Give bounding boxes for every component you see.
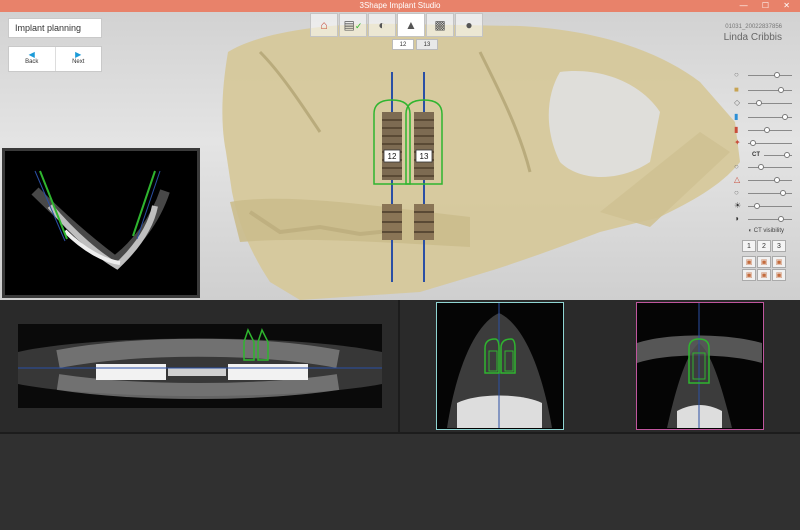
visibility-slider-nerve[interactable]: ✦ [734, 138, 792, 148]
back-label: Back [25, 59, 39, 65]
implant-slider-icon: ▮ [734, 125, 739, 134]
ct-visibility-label: CT visibility [753, 228, 784, 234]
visibility-slider-skin[interactable]: ○ [734, 70, 792, 80]
visibility-slider-scan[interactable]: ▮ [734, 112, 792, 122]
implant-13-label: 13 [420, 152, 429, 161]
crown-slider-icon: △ [734, 175, 741, 184]
cross-section-b-image[interactable] [636, 302, 764, 430]
brightness-icon: ☀ [734, 201, 742, 210]
view-button-3[interactable]: 3 [772, 240, 786, 252]
empty-workspace [0, 434, 800, 530]
visibility-slider-implant[interactable]: ▮ [734, 125, 792, 135]
sleeve-icon: ○ [734, 162, 739, 171]
implant-13[interactable]: 13 [394, 72, 454, 282]
contrast-slider[interactable]: ◑ [734, 214, 792, 224]
ct-label: CT [752, 152, 760, 158]
axial-slice-image [5, 151, 197, 295]
cross-section-a-svg [437, 303, 562, 428]
brightness-slider[interactable]: ☀ [734, 201, 792, 211]
patient-name: Linda Cribbis [723, 32, 782, 43]
view-orientation-cubes: ▣ ▣ ▣ ▣ ▣ ▣ [742, 256, 786, 281]
skin-icon: ○ [734, 70, 739, 79]
next-button[interactable]: ▶ Next [56, 47, 102, 71]
step-toolbar: ⌂ ▤✓ ◐ ▲ ▩ ● [310, 13, 484, 37]
cube-front-icon[interactable]: ▣ [742, 256, 756, 268]
next-label: Next [72, 59, 85, 65]
cross-section-view-a[interactable] [400, 300, 600, 432]
bone-icon: ◇ [734, 98, 741, 107]
cube-right-icon[interactable]: ▣ [742, 269, 756, 281]
view-button-2[interactable]: 2 [757, 240, 771, 252]
arrow-right-icon: ▶ [75, 50, 82, 59]
panoramic-view-panel[interactable] [0, 300, 398, 432]
home-icon[interactable]: ⌂ [310, 13, 338, 37]
view-layout-buttons: 1 2 3 [741, 240, 786, 252]
tab-implant-13[interactable]: 13 [416, 39, 438, 50]
title-bar: 3Shape Implant Studio — ☐ ✕ [0, 0, 800, 12]
cube-bottom-icon[interactable]: ▣ [772, 269, 786, 281]
cross-section-view-b[interactable] [600, 300, 800, 432]
guide-icon[interactable]: ▩ [426, 13, 454, 37]
ct-visibility-toggle[interactable]: ◐ CT visibility [748, 228, 784, 234]
panoramic-view[interactable] [18, 324, 382, 408]
visibility-slider-sleeve[interactable]: ○ [734, 162, 792, 172]
scan-import-icon[interactable]: ▤✓ [339, 13, 367, 37]
back-button[interactable]: ◀ Back [9, 47, 56, 71]
visibility-slider-bone[interactable]: ◇ [734, 98, 792, 108]
cross-section-b-svg [637, 303, 762, 428]
cube-back-icon[interactable]: ▣ [757, 256, 771, 268]
scan-icon: ▮ [734, 112, 739, 121]
implant-icon[interactable]: ▲ [397, 13, 425, 37]
visibility-slider-guide[interactable]: ○ [734, 188, 792, 198]
visibility-slider-crown[interactable]: △ [734, 175, 792, 185]
panoramic-image [18, 324, 382, 408]
crown-icon[interactable]: ◐ [368, 13, 396, 37]
cube-left-icon[interactable]: ▣ [772, 256, 786, 268]
workflow-navigation: ◀ Back ▶ Next [8, 46, 102, 72]
nerve-icon: ✦ [734, 138, 741, 147]
sphere-icon[interactable]: ● [455, 13, 483, 37]
implant-tabs: 12 13 [392, 39, 440, 50]
arrow-left-icon: ◀ [28, 50, 35, 59]
workflow-step-label: Implant planning [8, 18, 102, 38]
view-button-1[interactable]: 1 [742, 240, 756, 252]
window-controls[interactable]: — ☐ ✕ [740, 0, 796, 12]
app-title: 3Shape Implant Studio [359, 1, 441, 10]
visibility-slider-teeth[interactable]: ■ [734, 85, 792, 95]
cube-top-icon[interactable]: ▣ [757, 269, 771, 281]
patient-id: 01031_20022837856 [725, 24, 782, 30]
tab-implant-12[interactable]: 12 [392, 39, 414, 50]
cross-section-a-image[interactable] [436, 302, 564, 430]
guide-slider-icon: ○ [734, 188, 739, 197]
axial-slice-view[interactable] [2, 148, 200, 298]
slice-views [0, 300, 800, 434]
contrast-icon: ◑ [734, 214, 739, 223]
visibility-slider-ct[interactable]: CT [734, 150, 792, 160]
teeth-icon: ■ [734, 85, 739, 94]
